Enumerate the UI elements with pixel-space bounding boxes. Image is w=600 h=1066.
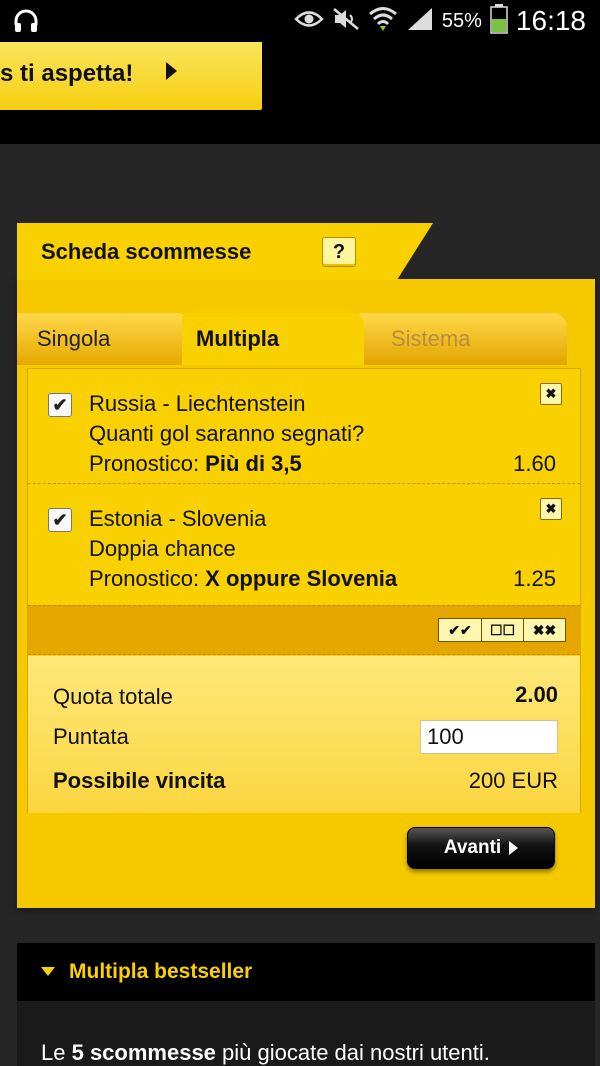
event-market: Doppia chance [89,536,236,561]
prediction-label: Pronostico: [89,451,206,476]
battery-percent: 55% [441,9,482,32]
event-market: Quanti gol saranno segnati? [89,421,365,446]
uncheck-all-button[interactable]: ☐☐ [481,619,523,641]
tab-multipla[interactable]: Multipla [182,313,364,365]
help-button[interactable]: ? [322,237,356,267]
remove-event-button[interactable]: ✖ [540,383,562,405]
bestseller-description: Le 5 scommesse più giocate dai nostri ut… [41,1040,490,1066]
event-odds: 1.25 [513,566,556,591]
event-checkbox[interactable]: ✔ [48,508,72,532]
stake-label: Puntata [53,724,129,749]
remove-all-button[interactable]: ✖✖ [523,619,565,641]
wifi-icon [368,5,398,38]
status-bar: 55% 16:18 [0,0,600,42]
selection-buttons: ✔✔ ☐☐ ✖✖ [438,618,566,642]
desc-bold: 5 scommesse [71,1040,216,1065]
event-prediction: Pronostico: X oppure Slovenia [89,566,397,592]
eye-icon [294,8,324,35]
total-odds-label: Quota totale [53,684,173,709]
desc-pre: Le [41,1040,72,1065]
prediction-label: Pronostico: [89,566,206,591]
bet-slip-header: Scheda scommesse ? [17,223,397,280]
next-button[interactable]: Avanti [407,827,555,869]
remove-event-button[interactable]: ✖ [540,498,562,520]
tab-singola[interactable]: Singola [17,313,187,365]
header-tab-tail [361,223,433,280]
bestseller-title: Multipla bestseller [69,960,253,983]
stake-input[interactable] [420,720,558,754]
clock: 16:18 [515,5,586,36]
bet-slip: Scheda scommesse ? Singola Sistema Multi… [17,223,595,908]
battery-icon [490,3,508,39]
possible-win-label: Possibile vincita [53,768,226,793]
desc-post: più giocate dai nostri utenti. [215,1040,490,1065]
bet-summary: Quota totale 2.00 Puntata Possibile vinc… [28,656,580,813]
bestseller-header[interactable]: Multipla bestseller [17,943,595,1001]
bestseller-body: Le 5 scommesse più giocate dai nostri ut… [17,1001,595,1066]
play-arrow-icon [509,841,519,855]
promo-label: s ti aspetta! [0,60,134,87]
signal-icon [406,6,434,37]
selection-action-bar: ✔✔ ☐☐ ✖✖ [28,605,580,655]
prediction-value: Più di 3,5 [205,451,302,476]
total-odds-value: 2.00 [515,682,558,707]
event-checkbox[interactable]: ✔ [48,393,72,417]
list-item: ✔ Russia - Liechtenstein Quanti gol sara… [28,369,580,484]
events-list: ✔ Russia - Liechtenstein Quanti gol sara… [27,368,581,813]
event-match: Estonia - Slovenia [89,506,267,531]
play-arrow-icon [166,62,177,80]
chevron-down-icon [41,967,55,976]
tab-sistema[interactable]: Sistema [357,313,567,365]
possible-win-value: 200 EUR [468,768,558,793]
event-match: Russia - Liechtenstein [89,391,306,416]
promo-banner[interactable]: s ti aspetta! [0,42,262,110]
headphones-icon [12,7,40,40]
prediction-value: X oppure Slovenia [205,566,398,591]
event-prediction: Pronostico: Più di 3,5 [89,451,302,477]
event-odds: 1.60 [513,451,556,476]
check-all-button[interactable]: ✔✔ [439,619,481,641]
next-button-label: Avanti [443,837,502,858]
list-item: ✔ Estonia - Slovenia Doppia chance Prono… [28,483,580,598]
mute-icon [332,7,360,36]
bet-slip-title: Scheda scommesse [41,239,252,264]
